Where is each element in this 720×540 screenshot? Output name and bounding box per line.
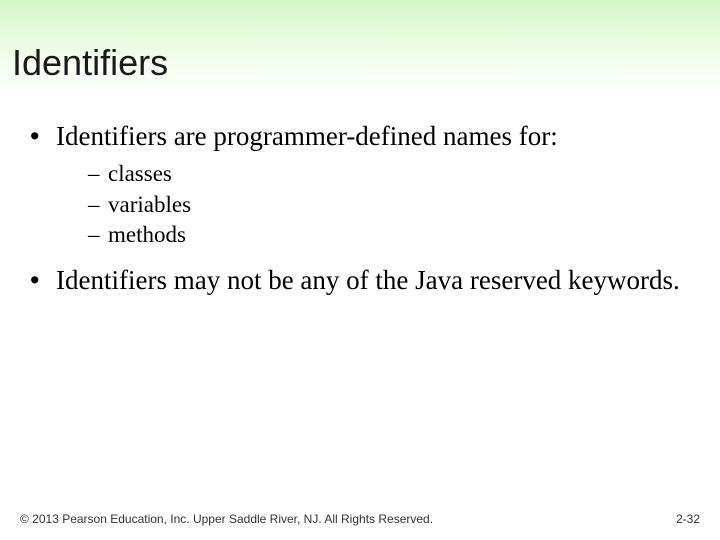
sub-bullet-text: variables [108,191,191,220]
bullet-item: • Identifiers are programmer-defined nam… [30,120,690,154]
page-number: 2-32 [676,512,700,526]
slide-footer: © 2013 Pearson Education, Inc. Upper Sad… [20,512,700,526]
bullet-text: Identifiers may not be any of the Java r… [56,264,690,298]
dash-icon: – [88,221,108,250]
dash-icon: – [88,160,108,189]
sub-bullet-text: methods [108,221,186,250]
bullet-item: • Identifiers may not be any of the Java… [30,264,690,298]
sub-bullet-item: – variables [88,191,690,220]
bullet-text: Identifiers are programmer-defined names… [56,120,690,154]
sub-list: – classes – variables – methods [88,160,690,250]
slide-body: • Identifiers are programmer-defined nam… [30,120,690,304]
sub-bullet-text: classes [108,160,172,189]
slide: Identifiers • Identifiers are programmer… [0,0,720,540]
slide-title: Identifiers [12,42,168,84]
bullet-icon: • [30,120,56,154]
sub-bullet-item: – classes [88,160,690,189]
copyright-text: © 2013 Pearson Education, Inc. Upper Sad… [20,512,433,526]
bullet-icon: • [30,264,56,298]
dash-icon: – [88,191,108,220]
sub-bullet-item: – methods [88,221,690,250]
